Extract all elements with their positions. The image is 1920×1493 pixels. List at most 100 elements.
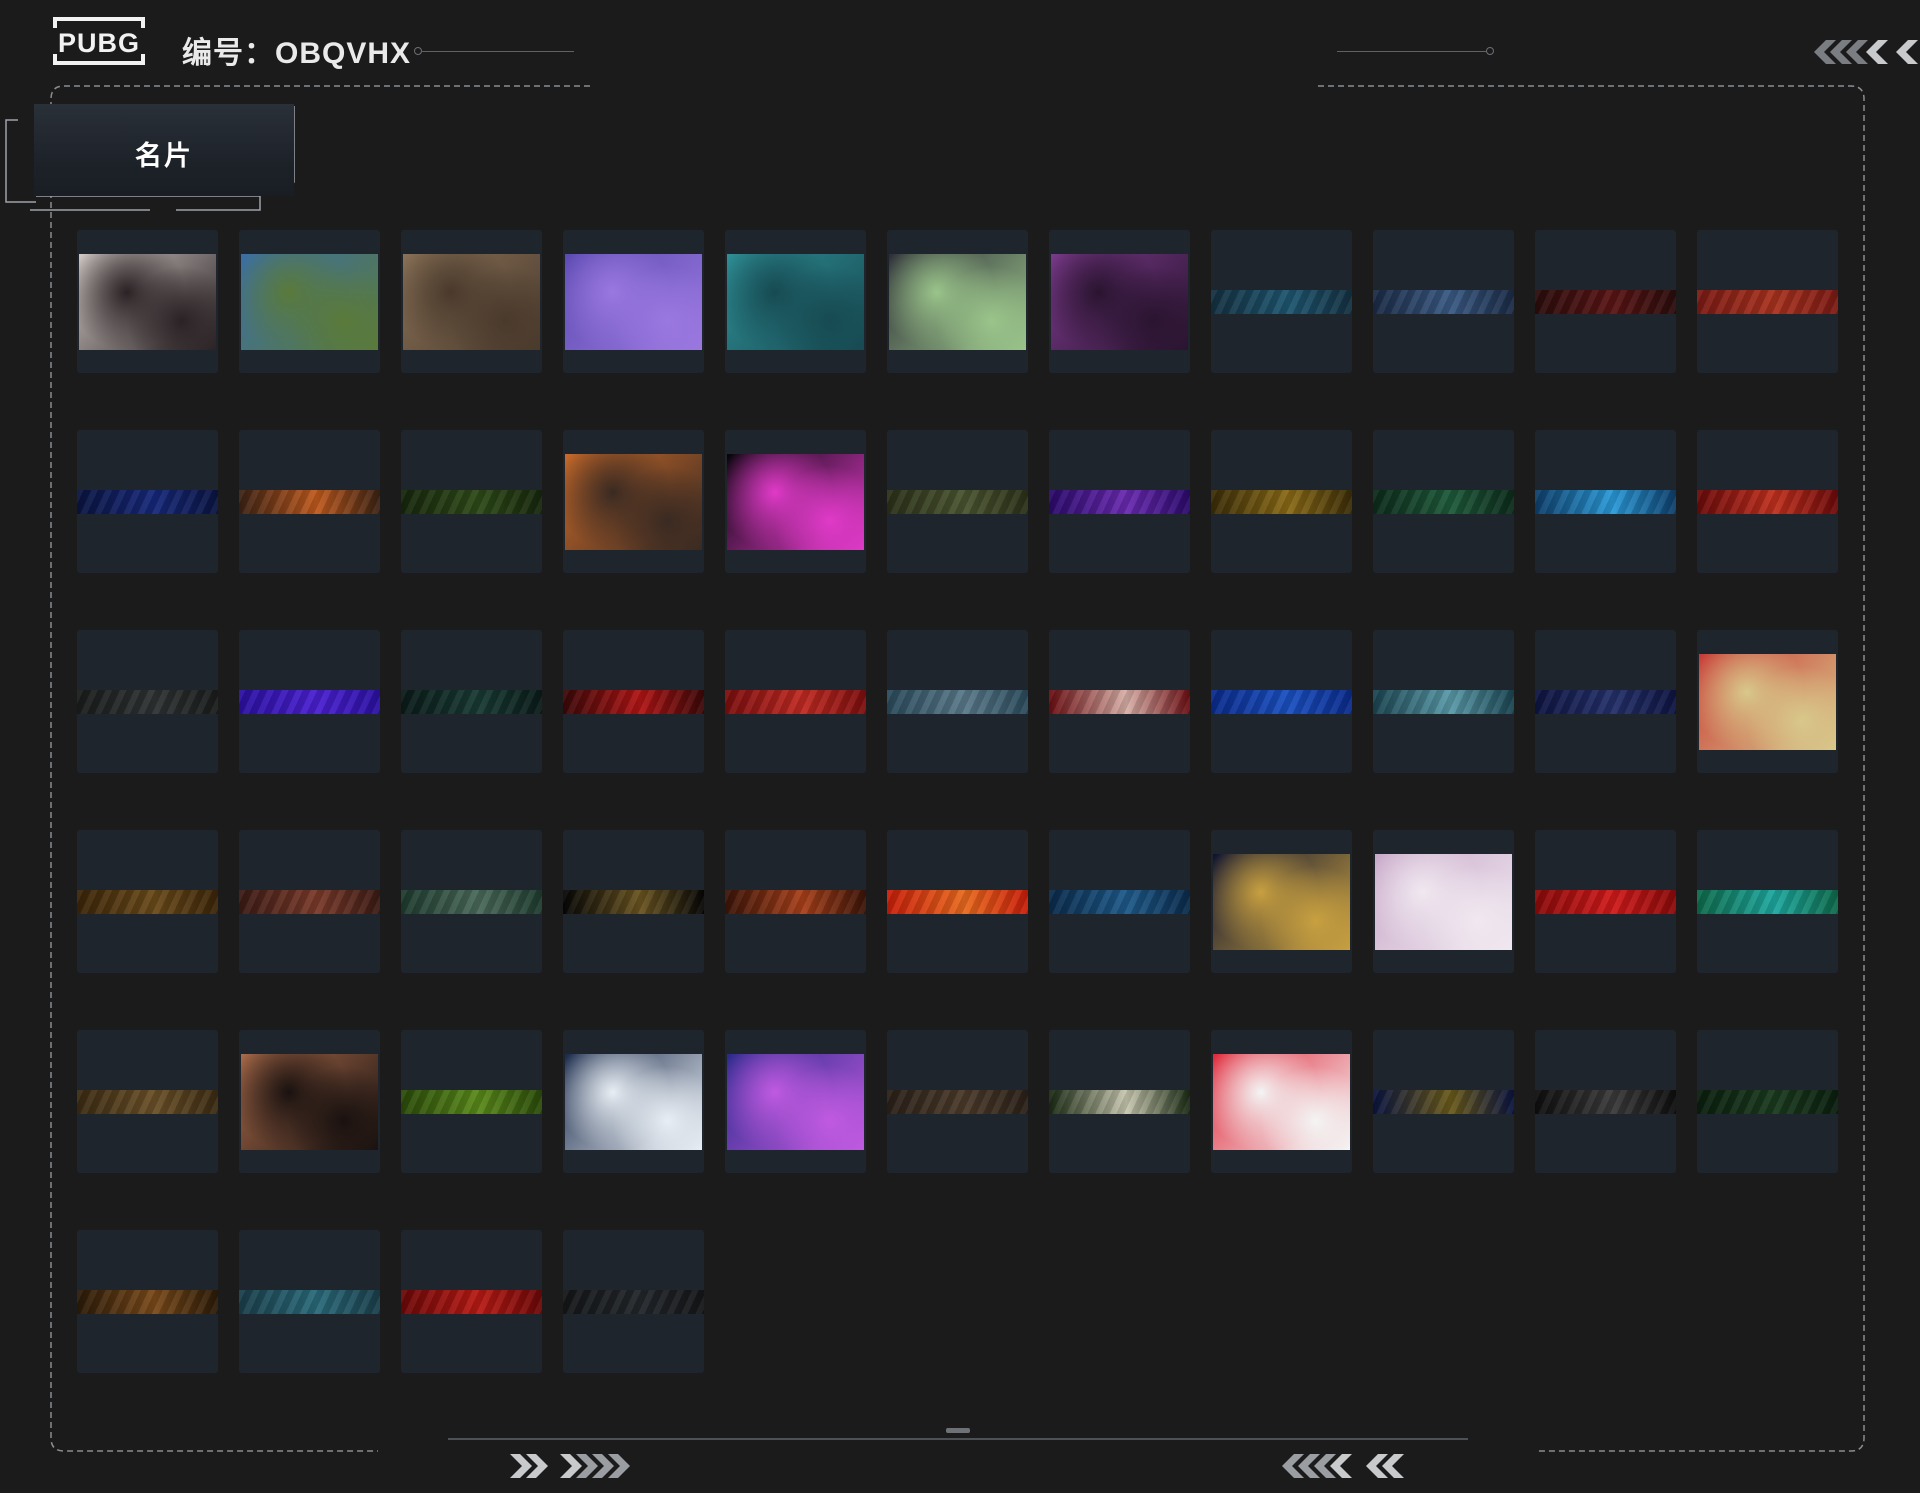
name-card-olive-text[interactable] — [887, 430, 1028, 573]
name-card-artwork — [565, 1054, 702, 1150]
name-card-purple-hair-woman[interactable] — [1049, 230, 1190, 373]
name-card-purple-blue-swirl[interactable] — [1049, 430, 1190, 573]
name-card-night-gold-text[interactable] — [1211, 830, 1352, 973]
name-card-red-cards[interactable] — [1697, 230, 1838, 373]
name-card-banner-strip — [239, 1290, 380, 1314]
name-card-teal-dragon[interactable] — [1373, 630, 1514, 773]
name-card-banner-strip — [725, 890, 866, 914]
double-chevron-left-icon[interactable] — [1280, 1452, 1416, 1480]
name-card-artwork — [241, 254, 378, 350]
name-card-crimson-ribbon[interactable] — [1535, 830, 1676, 973]
name-card-red-diamonds[interactable] — [401, 1230, 542, 1373]
name-card-brown-gold-texture[interactable] — [77, 830, 218, 973]
name-card-pink-equalizer[interactable] — [725, 430, 866, 573]
name-card-man-blue-shirt-field[interactable] — [239, 230, 380, 373]
name-card-deep-red-streak[interactable] — [563, 630, 704, 773]
name-card-dark-red[interactable] — [1535, 230, 1676, 373]
name-card-banner-strip — [1535, 1090, 1676, 1114]
name-card-shark-teeth[interactable] — [1049, 1030, 1190, 1173]
name-card-grid — [77, 230, 1841, 1375]
name-card-navy-lines[interactable] — [77, 430, 218, 573]
name-card-artwork — [1051, 254, 1188, 350]
name-card-red-circles[interactable] — [725, 630, 866, 773]
tab-name-card[interactable]: 名片 — [34, 104, 294, 196]
name-card-artwork — [889, 254, 1026, 350]
name-card-dusty-brown[interactable] — [887, 1030, 1028, 1173]
name-card-bright-blue-glow[interactable] — [1535, 430, 1676, 573]
name-card-midnight-pattern[interactable] — [1535, 630, 1676, 773]
double-chevron-right-icon[interactable] — [508, 1452, 638, 1480]
name-card-moon-phases[interactable] — [1373, 230, 1514, 373]
name-card-red-ornate[interactable] — [1697, 430, 1838, 573]
name-card-artwork — [727, 454, 864, 550]
name-card-dark-green-camo[interactable] — [401, 430, 542, 573]
name-card-neon-race-track[interactable] — [725, 1030, 866, 1173]
name-card-astronaut-earth[interactable] — [563, 1030, 704, 1173]
name-card-gold-symbols[interactable] — [1211, 430, 1352, 573]
name-card-teal-handprint[interactable] — [725, 230, 866, 373]
scroll-indicator[interactable] — [946, 1428, 970, 1433]
name-card-dark-green-eye[interactable] — [1697, 1030, 1838, 1173]
name-card-teal-geometric[interactable] — [239, 1230, 380, 1373]
name-card-banner-strip — [1049, 1090, 1190, 1114]
name-card-banner-strip — [1373, 290, 1514, 314]
name-card-dark-teal-dragon[interactable] — [401, 630, 542, 773]
name-card-sniper-silhouette[interactable] — [239, 1030, 380, 1173]
name-card-shadow-grey[interactable] — [563, 1230, 704, 1373]
name-card-banner-strip — [1535, 490, 1676, 514]
name-card-royal-blue-pattern[interactable] — [1211, 630, 1352, 773]
name-card-black-gold-ornament[interactable] — [563, 830, 704, 973]
name-card-comic-monster[interactable] — [563, 430, 704, 573]
name-card-mountains-dusk[interactable] — [887, 630, 1028, 773]
name-card-artwork — [1375, 854, 1512, 950]
name-card-artwork — [565, 254, 702, 350]
name-card-woman-portrait-black-nails[interactable] — [77, 230, 218, 373]
name-card-rust-swirl[interactable] — [239, 830, 380, 973]
name-card-red-dragon-scales[interactable] — [1049, 630, 1190, 773]
name-card-green-pattern[interactable] — [1373, 430, 1514, 573]
name-card-banner-strip — [1211, 490, 1352, 514]
name-card-artwork — [727, 1054, 864, 1150]
name-card-banner-strip — [1535, 290, 1676, 314]
name-card-deep-blue-wave[interactable] — [1049, 830, 1190, 973]
name-card-orange-ornate[interactable] — [725, 830, 866, 973]
name-card-banner-strip — [1697, 1090, 1838, 1114]
name-card-artwork — [1213, 1054, 1350, 1150]
name-card-emerald-cyan[interactable] — [1697, 830, 1838, 973]
name-card-banner-strip — [239, 490, 380, 514]
name-card-snake-skin[interactable] — [77, 1030, 218, 1173]
name-card-banner-strip — [1211, 690, 1352, 714]
name-card-purple-disco-ball[interactable] — [563, 230, 704, 373]
name-card-wood-grain[interactable] — [77, 1230, 218, 1373]
name-card-artwork — [241, 1054, 378, 1150]
name-card-banner-strip — [77, 1290, 218, 1314]
name-card-green-paint-hand[interactable] — [401, 830, 542, 973]
name-card-artwork — [1213, 854, 1350, 950]
name-card-banner-strip — [401, 690, 542, 714]
name-card-red-hooded-skull[interactable] — [1697, 630, 1838, 773]
name-card-banner-strip — [1373, 490, 1514, 514]
name-card-red-race-car[interactable] — [1211, 1030, 1352, 1173]
name-card-violet-texture[interactable] — [239, 630, 380, 773]
name-card-banner-strip — [401, 1290, 542, 1314]
name-card-banner-strip — [1049, 490, 1190, 514]
name-card-cute-bunnies-pink[interactable] — [1373, 830, 1514, 973]
name-card-man-sunglasses-money[interactable] — [887, 230, 1028, 373]
name-card-banner-strip — [887, 490, 1028, 514]
name-card-black-graffiti[interactable] — [1535, 1030, 1676, 1173]
name-card-charcoal-texture[interactable] — [77, 630, 218, 773]
name-card-blue-circuit[interactable] — [1211, 230, 1352, 373]
name-card-banner-strip — [1697, 290, 1838, 314]
name-card-bright-red-orange[interactable] — [887, 830, 1028, 973]
name-card-brown-orange-dna[interactable] — [239, 430, 380, 573]
name-card-soldier-desert[interactable] — [401, 230, 542, 373]
name-card-banner-strip — [563, 890, 704, 914]
name-card-banner-strip — [77, 690, 218, 714]
name-card-banner-strip — [1535, 690, 1676, 714]
name-card-screen: PUBG 编号：OBQVHX 名片 — [0, 0, 1920, 1493]
name-card-navy-gold-wave[interactable] — [1373, 1030, 1514, 1173]
name-card-banner-strip — [1373, 690, 1514, 714]
name-card-lime-camo[interactable] — [401, 1030, 542, 1173]
name-card-artwork — [403, 254, 540, 350]
name-card-banner-strip — [887, 690, 1028, 714]
